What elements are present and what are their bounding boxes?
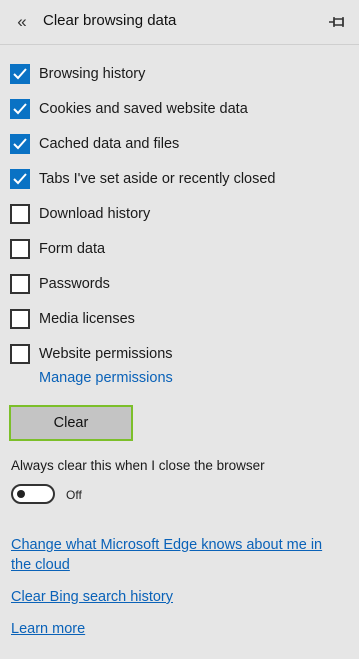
pin-icon[interactable] [327, 12, 347, 32]
option-form-data[interactable]: Form data [10, 231, 276, 266]
checkmark-icon [13, 137, 27, 149]
clear-bing-history-link[interactable]: Clear Bing search history [11, 587, 173, 607]
option-cookies[interactable]: Cookies and saved website data [10, 91, 276, 126]
checkbox[interactable] [10, 203, 30, 224]
option-label: Passwords [39, 275, 110, 292]
checkbox[interactable] [10, 308, 30, 329]
checkbox[interactable] [10, 63, 30, 84]
toggle-state-label: Off [66, 488, 82, 502]
header-divider [0, 44, 359, 45]
option-media-licenses[interactable]: Media licenses [10, 301, 276, 336]
checkbox[interactable] [10, 238, 30, 259]
option-label: Form data [39, 240, 106, 257]
checkmark-icon [13, 102, 27, 114]
option-download-history[interactable]: Download history [10, 196, 276, 231]
option-tabs-set-aside[interactable]: Tabs I've set aside or recently closed [10, 161, 276, 196]
checkmark-icon [13, 67, 27, 79]
learn-more-link[interactable]: Learn more [11, 619, 85, 639]
always-clear-label: Always clear this when I close the brows… [11, 458, 265, 473]
option-label: Tabs I've set aside or recently closed [39, 170, 276, 187]
checkmark-icon [13, 172, 27, 184]
option-cached-data[interactable]: Cached data and files [10, 126, 276, 161]
option-label: Media licenses [39, 310, 135, 327]
option-label: Cached data and files [39, 135, 180, 152]
checkbox[interactable] [10, 273, 30, 294]
panel-header: « Clear browsing data [0, 0, 359, 44]
option-passwords[interactable]: Passwords [10, 266, 276, 301]
always-clear-toggle[interactable] [11, 484, 55, 504]
toggle-knob [17, 490, 25, 498]
option-website-permissions[interactable]: Website permissions [10, 336, 276, 371]
option-label: Cookies and saved website data [39, 100, 248, 117]
option-label: Download history [39, 205, 151, 222]
checkbox[interactable] [10, 133, 30, 154]
manage-permissions-link[interactable]: Manage permissions [39, 370, 173, 386]
option-label: Browsing history [39, 65, 146, 82]
clear-button[interactable]: Clear [9, 405, 133, 441]
checkbox[interactable] [10, 343, 30, 364]
checkbox[interactable] [10, 98, 30, 119]
option-browsing-history[interactable]: Browsing history [10, 56, 276, 91]
panel-title: Clear browsing data [43, 12, 177, 29]
edge-knows-link[interactable]: Change what Microsoft Edge knows about m… [11, 535, 346, 575]
option-label: Website permissions [39, 345, 173, 362]
back-double-chevron-icon[interactable]: « [10, 10, 34, 34]
clear-options-list: Browsing history Cookies and saved websi… [10, 56, 276, 371]
checkbox[interactable] [10, 168, 30, 189]
